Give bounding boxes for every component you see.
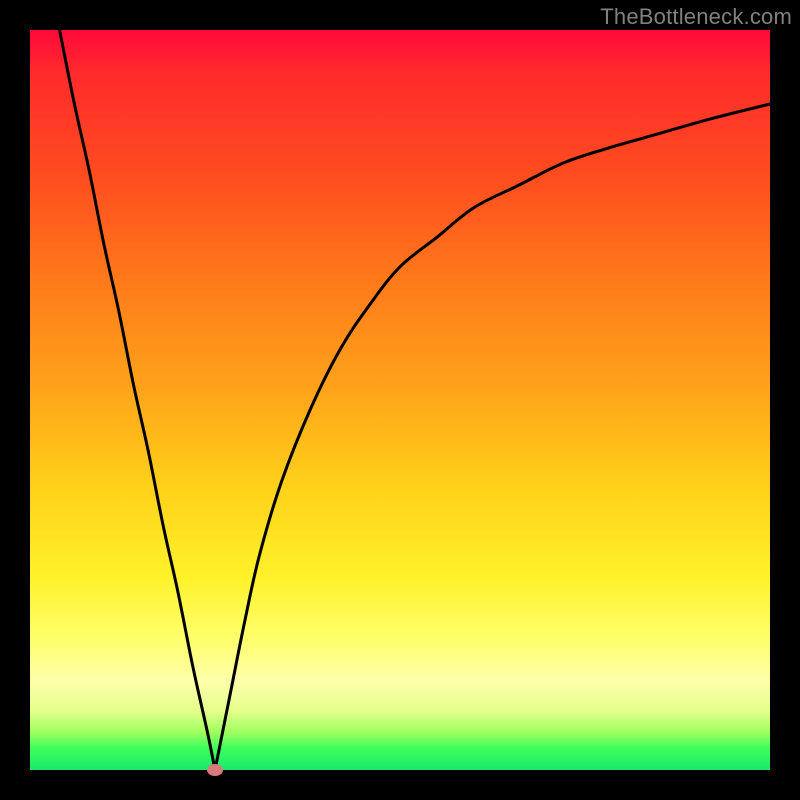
bottleneck-curve [30, 30, 770, 770]
curve-path [60, 30, 770, 770]
plot-area [30, 30, 770, 770]
watermark-text: TheBottleneck.com [600, 4, 792, 30]
chart-frame: TheBottleneck.com [0, 0, 800, 800]
minimum-marker [207, 764, 223, 776]
